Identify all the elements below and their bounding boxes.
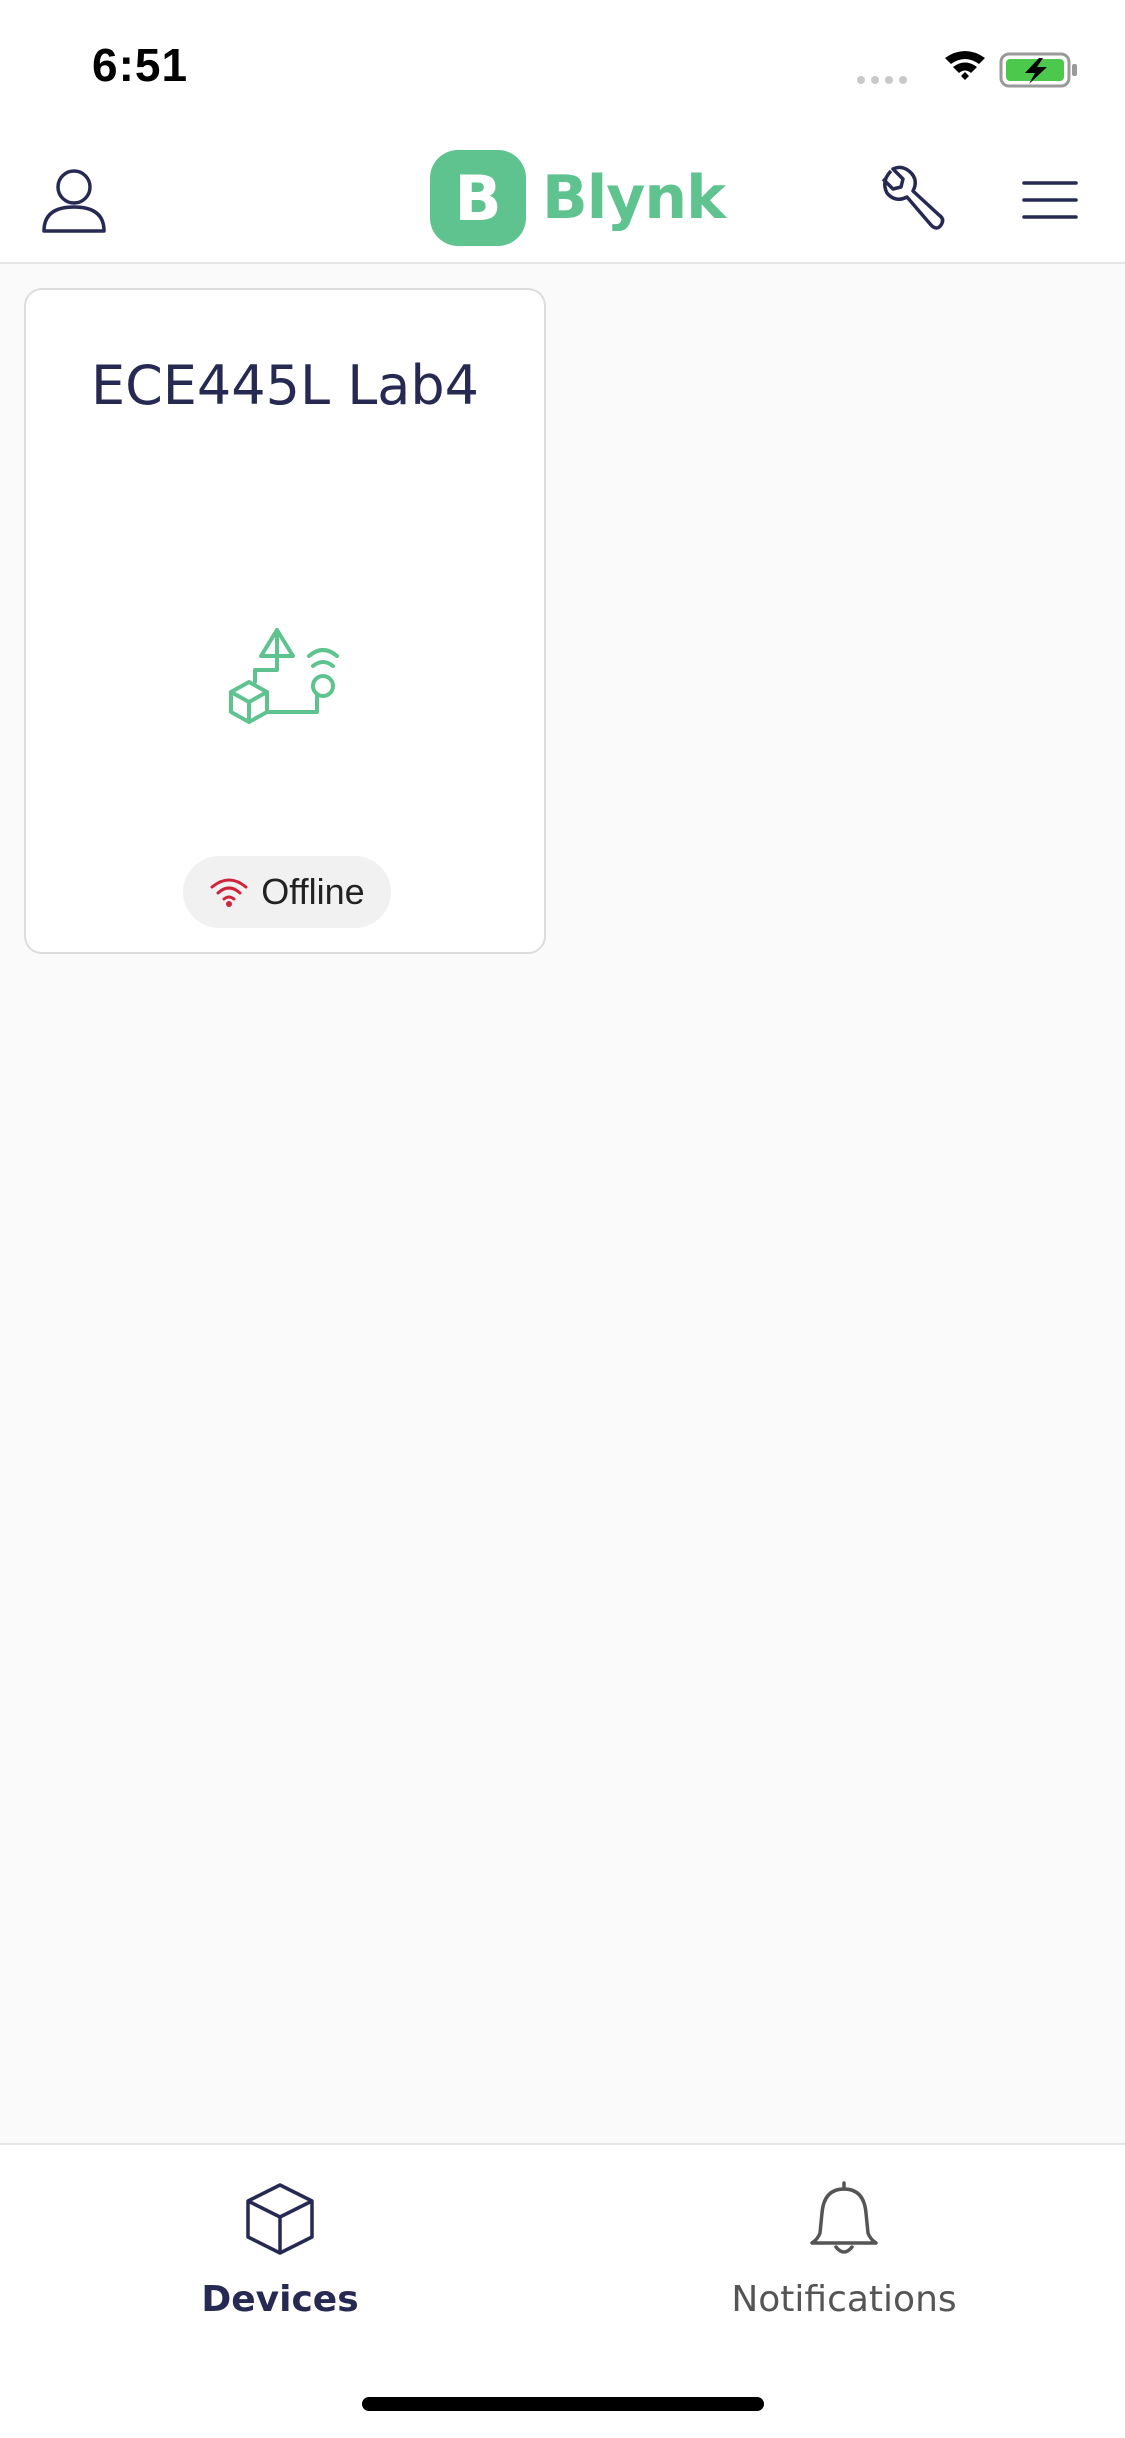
- profile-icon: [42, 169, 106, 233]
- tab-bar: Devices Notifications: [0, 2143, 1125, 2438]
- blynk-logo: B Blynk: [430, 150, 726, 246]
- status-time: 6:51: [92, 39, 189, 91]
- wrench-icon: [881, 165, 945, 230]
- bell-icon: [810, 2181, 878, 2254]
- tab-devices[interactable]: Devices: [130, 2179, 430, 2359]
- app-header: B Blynk: [0, 132, 1125, 264]
- settings-button[interactable]: [874, 162, 950, 238]
- wifi-icon: [945, 51, 985, 80]
- tab-notifications[interactable]: Notifications: [694, 2179, 994, 2359]
- logo-badge: B: [430, 150, 526, 246]
- cube-icon: [246, 2183, 314, 2255]
- signal-icon: [857, 76, 907, 84]
- logo-text: Blynk: [542, 163, 726, 233]
- status-icons: [857, 51, 1077, 88]
- tab-notifications-label: Notifications: [731, 2279, 957, 2320]
- status-badge: Offline: [183, 856, 391, 928]
- tab-devices-label: Devices: [201, 2279, 359, 2320]
- menu-button[interactable]: [1012, 162, 1088, 238]
- status-text: Offline: [261, 871, 365, 912]
- profile-button[interactable]: [36, 162, 112, 238]
- home-indicator: [362, 2397, 764, 2411]
- wifi-off-icon: [210, 878, 248, 907]
- status-bar: 6:51: [0, 0, 1125, 132]
- device-name: ECE445L Lab4: [90, 354, 480, 417]
- device-card[interactable]: ECE445L Lab4 Offline: [24, 288, 546, 954]
- battery-charging-icon: [999, 52, 1077, 88]
- device-template-icon: [229, 628, 339, 724]
- menu-icon: [1022, 181, 1078, 219]
